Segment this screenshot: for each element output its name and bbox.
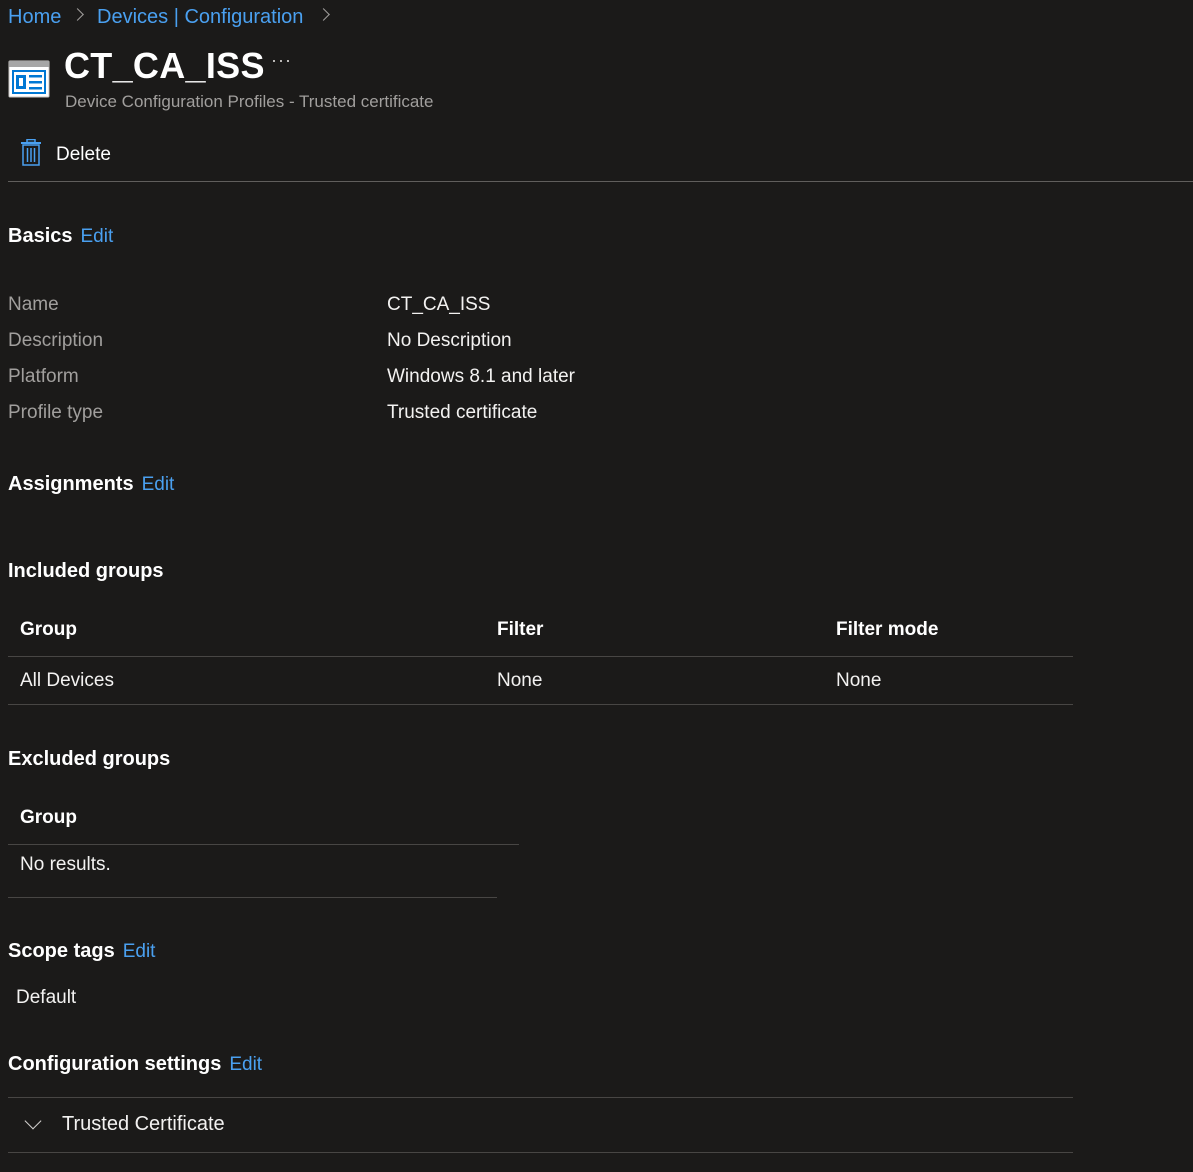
assignments-heading-label: Assignments: [8, 473, 134, 495]
profile-type-value: Trusted certificate: [387, 402, 538, 423]
column-header-group: Group: [20, 619, 77, 640]
table-header-divider: [8, 656, 1073, 657]
trash-icon: [20, 138, 42, 172]
page-title: CT_CA_ISS: [64, 45, 265, 86]
column-header-group: Group: [20, 807, 77, 828]
configuration-settings-heading-label: Configuration settings: [8, 1053, 222, 1075]
page-subtitle: Device Configuration Profiles - Trusted …: [65, 92, 434, 111]
description-label: Description: [8, 330, 104, 351]
group-cell: All Devices: [20, 670, 114, 691]
scope-tags-heading: Scope tags Edit: [8, 938, 155, 965]
included-groups-heading: Included groups: [8, 560, 164, 582]
configuration-profile-icon: [8, 60, 50, 98]
assignments-edit-link[interactable]: Edit: [142, 474, 175, 495]
delete-button[interactable]: Delete: [20, 138, 111, 172]
breadcrumb-devices-configuration-link[interactable]: Devices | Configuration: [97, 4, 303, 30]
platform-value: Windows 8.1 and later: [387, 366, 575, 387]
filter-cell: None: [497, 670, 543, 691]
platform-label: Platform: [8, 366, 79, 387]
basics-heading: Basics Edit: [8, 223, 113, 250]
profile-type-label: Profile type: [8, 402, 104, 423]
table-header-divider: [8, 844, 519, 845]
trusted-certificate-expander-label: Trusted Certificate: [62, 1113, 225, 1135]
assignments-heading: Assignments Edit: [8, 471, 174, 498]
basics-edit-link[interactable]: Edit: [81, 226, 114, 247]
chevron-right-icon: [317, 8, 330, 21]
table-row-divider: [8, 704, 1073, 705]
scope-tags-edit-link[interactable]: Edit: [123, 941, 156, 962]
empty-results-text: No results.: [20, 854, 111, 875]
breadcrumb-home-link[interactable]: Home: [8, 4, 61, 30]
basics-heading-label: Basics: [8, 225, 73, 247]
column-header-filter-mode: Filter mode: [836, 619, 939, 640]
delete-button-label: Delete: [56, 144, 111, 165]
scope-tags-heading-label: Scope tags: [8, 940, 115, 962]
scope-tag-value: Default: [16, 987, 77, 1008]
toolbar-divider: [8, 181, 1193, 182]
chevron-right-icon: [71, 8, 84, 21]
table-row-divider: [8, 897, 497, 898]
configuration-settings-heading: Configuration settings Edit: [8, 1051, 262, 1078]
section-divider: [8, 1097, 1073, 1098]
excluded-groups-heading: Excluded groups: [8, 748, 171, 770]
more-options-button[interactable]: ···: [271, 50, 292, 71]
column-header-filter: Filter: [497, 619, 544, 640]
name-label: Name: [8, 294, 59, 315]
description-value: No Description: [387, 330, 512, 351]
name-value: CT_CA_ISS: [387, 294, 491, 315]
configuration-settings-edit-link[interactable]: Edit: [229, 1054, 262, 1075]
filter-mode-cell: None: [836, 670, 882, 691]
section-divider: [8, 1152, 1073, 1153]
chevron-down-icon: [24, 1112, 42, 1130]
